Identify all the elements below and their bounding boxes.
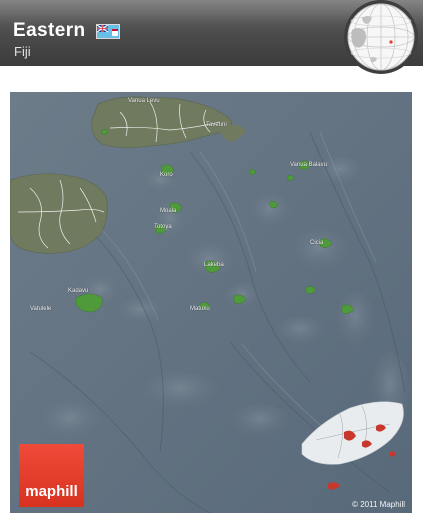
- place-label: Matuku: [190, 306, 210, 312]
- maphill-logo[interactable]: maphill: [19, 444, 84, 507]
- fiji-flag-graphic: [97, 25, 119, 38]
- globe-graphic: [344, 0, 418, 74]
- place-label: Koro: [160, 172, 173, 178]
- place-label: Kadavu: [68, 288, 89, 294]
- place-label: Totoya: [154, 224, 172, 230]
- map-title: Eastern: [13, 20, 86, 41]
- fiji-flag-icon: [96, 24, 120, 39]
- place-label: Taveuni: [206, 122, 227, 128]
- place-label: Lakeba: [204, 262, 224, 268]
- copyright-notice: © 2011 Maphill: [352, 500, 405, 509]
- place-label: Vanua Balavu: [290, 162, 327, 168]
- place-label: Cicia: [310, 240, 324, 246]
- map-subtitle: Fiji: [14, 44, 31, 59]
- place-label: Vanua Levu: [128, 98, 160, 104]
- globe-locator-icon: [342, 0, 420, 78]
- place-label: Moala: [160, 208, 177, 214]
- place-label: Vatulele: [30, 306, 52, 312]
- maphill-logo-text: maphill: [25, 483, 78, 500]
